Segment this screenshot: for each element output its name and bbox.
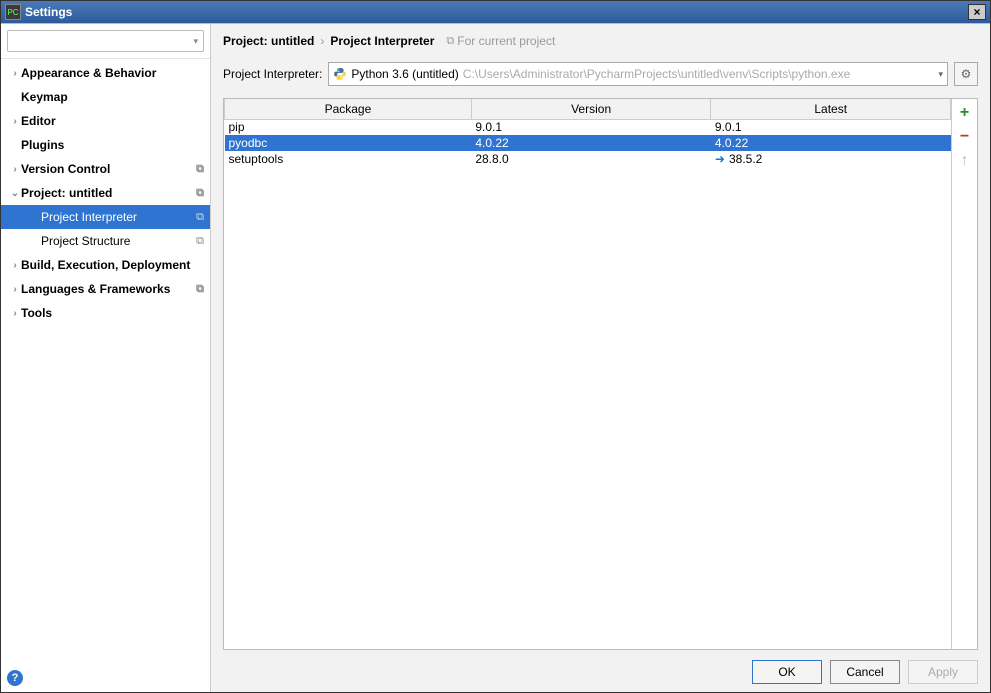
- sidebar-item-keymap[interactable]: Keymap: [1, 85, 210, 109]
- chevron-down-icon: ▾: [938, 69, 943, 80]
- sidebar-item-plugins[interactable]: Plugins: [1, 133, 210, 157]
- cell-latest: ➜38.5.2: [711, 151, 951, 167]
- project-scope-icon: ⧉: [196, 235, 204, 248]
- packages-table-wrap: Package Version Latest pip9.0.19.0.1pyod…: [223, 98, 978, 650]
- chevron-icon: ›: [9, 284, 21, 295]
- cancel-button[interactable]: Cancel: [830, 660, 900, 684]
- sidebar-item-label: Tools: [21, 306, 52, 320]
- chevron-icon: ›: [9, 164, 21, 175]
- table-row[interactable]: setuptools28.8.0➜38.5.2: [225, 151, 951, 167]
- search-input[interactable]: [7, 30, 204, 52]
- breadcrumb-separator: ›: [320, 34, 324, 48]
- chevron-icon: ›: [9, 308, 21, 319]
- sidebar-item-build-execution-deployment[interactable]: ›Build, Execution, Deployment: [1, 253, 210, 277]
- close-button[interactable]: ×: [968, 4, 986, 20]
- interpreter-select[interactable]: Python 3.6 (untitled) C:\Users\Administr…: [328, 62, 948, 86]
- sidebar-item-label: Keymap: [21, 90, 68, 104]
- sidebar-item-label: Plugins: [21, 138, 64, 152]
- add-package-button[interactable]: +: [955, 103, 975, 123]
- breadcrumb-page: Project Interpreter: [330, 34, 434, 48]
- breadcrumb: Project: untitled › Project Interpreter …: [223, 34, 978, 48]
- sidebar-item-editor[interactable]: ›Editor: [1, 109, 210, 133]
- settings-sidebar: 🔍 ▾ ›Appearance & BehaviorKeymap›EditorP…: [1, 24, 211, 692]
- chevron-icon: ⌄: [9, 188, 21, 199]
- sidebar-item-label: Project: untitled: [21, 186, 112, 200]
- copy-icon: ⧉: [446, 35, 454, 48]
- sidebar-item-label: Appearance & Behavior: [21, 66, 156, 80]
- sidebar-item-label: Build, Execution, Deployment: [21, 258, 190, 272]
- sidebar-item-version-control[interactable]: ›Version Control ⧉: [1, 157, 210, 181]
- sidebar-item-project-interpreter[interactable]: Project Interpreter ⧉: [1, 205, 210, 229]
- sidebar-item-label: Project Interpreter: [41, 210, 137, 224]
- cell-version: 4.0.22: [471, 135, 711, 151]
- settings-tree: ›Appearance & BehaviorKeymap›EditorPlugi…: [1, 59, 210, 664]
- breadcrumb-note: ⧉ For current project: [446, 34, 555, 48]
- sidebar-item-appearance-behavior[interactable]: ›Appearance & Behavior: [1, 61, 210, 85]
- help-button[interactable]: ?: [7, 670, 23, 686]
- project-scope-icon: ⧉: [196, 163, 204, 176]
- interpreter-name: Python 3.6 (untitled): [351, 67, 458, 81]
- sidebar-item-label: Version Control: [21, 162, 110, 176]
- cell-latest: 4.0.22: [711, 135, 951, 151]
- sidebar-item-project-untitled[interactable]: ⌄Project: untitled ⧉: [1, 181, 210, 205]
- sidebar-item-label: Project Structure: [41, 234, 130, 248]
- settings-content: Project: untitled › Project Interpreter …: [211, 24, 990, 692]
- chevron-icon: ›: [9, 260, 21, 271]
- breadcrumb-project: Project: untitled: [223, 34, 314, 48]
- col-package[interactable]: Package: [225, 99, 472, 119]
- cell-package: pip: [225, 119, 472, 135]
- cell-package: setuptools: [225, 151, 472, 167]
- col-version[interactable]: Version: [471, 99, 711, 119]
- package-toolbar: + − ↑: [951, 99, 977, 649]
- app-icon: PC: [5, 4, 21, 20]
- cell-latest: 9.0.1: [711, 119, 951, 135]
- python-icon: [333, 67, 347, 81]
- interpreter-label: Project Interpreter:: [223, 67, 322, 81]
- project-scope-icon: ⧉: [196, 211, 204, 224]
- sidebar-item-languages-frameworks[interactable]: ›Languages & Frameworks ⧉: [1, 277, 210, 301]
- cell-version: 28.8.0: [471, 151, 711, 167]
- project-scope-icon: ⧉: [196, 187, 204, 200]
- sidebar-item-project-structure[interactable]: Project Structure ⧉: [1, 229, 210, 253]
- window-title: Settings: [25, 5, 968, 19]
- chevron-icon: ›: [9, 68, 21, 79]
- ok-button[interactable]: OK: [752, 660, 822, 684]
- interpreter-settings-button[interactable]: ⚙: [954, 62, 978, 86]
- remove-package-button[interactable]: −: [955, 127, 975, 147]
- title-bar: PC Settings ×: [1, 1, 990, 23]
- project-scope-icon: ⧉: [196, 283, 204, 296]
- cell-version: 9.0.1: [471, 119, 711, 135]
- cell-package: pyodbc: [225, 135, 472, 151]
- chevron-icon: ›: [9, 116, 21, 127]
- apply-button: Apply: [908, 660, 978, 684]
- col-latest[interactable]: Latest: [711, 99, 951, 119]
- table-row[interactable]: pyodbc4.0.224.0.22: [225, 135, 951, 151]
- packages-table: Package Version Latest pip9.0.19.0.1pyod…: [224, 99, 951, 167]
- sidebar-item-label: Editor: [21, 114, 56, 128]
- sidebar-item-label: Languages & Frameworks: [21, 282, 170, 296]
- table-row[interactable]: pip9.0.19.0.1: [225, 119, 951, 135]
- dialog-buttons: OK Cancel Apply: [223, 650, 978, 684]
- interpreter-path: C:\Users\Administrator\PycharmProjects\u…: [463, 67, 939, 81]
- upgrade-package-button: ↑: [955, 151, 975, 171]
- upgrade-available-icon: ➜: [715, 152, 725, 166]
- sidebar-item-tools[interactable]: ›Tools: [1, 301, 210, 325]
